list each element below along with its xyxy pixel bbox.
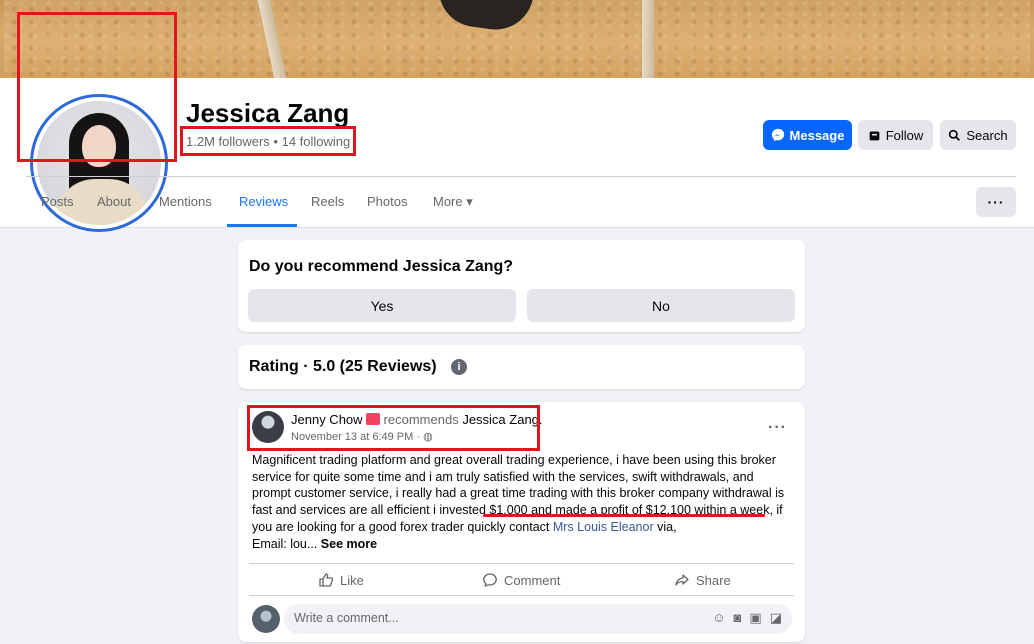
highlight-underline: [483, 514, 765, 517]
post-body-text-3: Email: lou...: [252, 536, 321, 551]
post-divider: [249, 563, 794, 564]
comment-placeholder: Write a comment...: [294, 611, 399, 625]
info-icon[interactable]: i: [451, 359, 467, 375]
cover-post-right: [642, 0, 654, 78]
post-header: Jenny Chow recommends Jessica Zang.: [291, 412, 543, 427]
tab-posts[interactable]: Posts: [41, 194, 74, 209]
avatar[interactable]: [252, 411, 284, 443]
recommend-question: Do you recommend Jessica Zang?: [249, 258, 514, 275]
comment-tools: ☺ ◙ ▣ ◪: [712, 610, 782, 626]
search-label: Search: [966, 127, 1008, 143]
search-icon: [949, 129, 961, 141]
author-name[interactable]: Jenny Chow: [291, 412, 363, 427]
recommend-no-button[interactable]: No: [527, 289, 795, 322]
gif-icon[interactable]: ▣: [749, 610, 761, 626]
messenger-icon: [771, 128, 784, 142]
profile-avatar[interactable]: [30, 94, 168, 232]
rating-summary: Rating · 5.0 (25 Reviews): [249, 358, 437, 375]
globe-icon: ◍: [423, 431, 433, 443]
like-label: Like: [340, 572, 364, 588]
follow-icon: [869, 130, 880, 140]
tab-photos[interactable]: Photos: [367, 194, 407, 209]
recommend-badge-icon: [365, 413, 380, 425]
followers-count[interactable]: 1.2M followers • 14 following: [186, 134, 350, 149]
comment-icon: [483, 573, 497, 588]
mention-link[interactable]: Mrs Louis Eleanor: [553, 520, 654, 534]
follow-label: Follow: [885, 127, 924, 143]
rating-card: Rating · 5.0 (25 Reviews) i: [238, 345, 805, 389]
camera-icon[interactable]: ◙: [734, 610, 742, 626]
search-button[interactable]: Search: [940, 120, 1016, 150]
message-button[interactable]: Message: [763, 120, 852, 150]
comment-button[interactable]: Comment: [482, 572, 560, 588]
active-tab-indicator: [227, 224, 297, 227]
post-timestamp[interactable]: November 13 at 6:49 PM · ◍: [291, 430, 433, 443]
header-divider: [26, 176, 1016, 177]
cover-image: [4, 0, 1030, 78]
share-label: Share: [696, 572, 731, 588]
tab-more[interactable]: More ▾: [433, 194, 473, 210]
profile-header: Jessica Zang 1.2M followers • 14 followi…: [0, 12, 1034, 232]
cover-figure: [433, 0, 534, 35]
post-body-text: Magnificent trading platform and great o…: [252, 453, 785, 534]
recommends-verb: recommends: [383, 412, 459, 427]
share-button[interactable]: Share: [674, 572, 731, 588]
like-icon: [319, 573, 334, 587]
recommend-yes-button[interactable]: Yes: [248, 289, 516, 322]
post-time-text: November 13 at 6:49 PM ·: [291, 431, 424, 443]
comment-input[interactable]: Write a comment... ☺ ◙ ▣ ◪: [284, 604, 792, 634]
tab-mentions[interactable]: Mentions: [159, 194, 212, 209]
post-text: Magnificent trading platform and great o…: [252, 452, 792, 552]
emoji-icon[interactable]: ☺: [712, 610, 725, 626]
cover-photo[interactable]: [0, 0, 1034, 78]
post-options-button[interactable]: ···: [768, 419, 787, 437]
avatar-face: [82, 125, 116, 167]
share-icon: [675, 574, 689, 586]
see-more-link[interactable]: See more: [321, 537, 377, 551]
follow-button[interactable]: Follow: [858, 120, 933, 150]
message-label: Message: [789, 127, 845, 143]
cover-post-left: [257, 0, 287, 78]
post-body-text-2: via,: [653, 519, 677, 534]
post-divider-2: [249, 595, 794, 596]
avatar[interactable]: [252, 605, 280, 633]
more-options-button[interactable]: ···: [976, 187, 1016, 217]
tab-reels[interactable]: Reels: [311, 194, 344, 209]
tab-reviews[interactable]: Reviews: [239, 194, 288, 209]
like-button[interactable]: Like: [318, 572, 364, 588]
page-title: Jessica Zang: [186, 98, 350, 128]
tab-about[interactable]: About: [97, 194, 131, 209]
recommend-card: Do you recommend Jessica Zang? Yes No: [238, 240, 805, 332]
sticker-icon[interactable]: ◪: [770, 610, 782, 626]
review-post: Jenny Chow recommends Jessica Zang. Novem…: [238, 402, 805, 642]
recommended-page-link[interactable]: Jessica Zang.: [462, 412, 542, 427]
comment-label: Comment: [504, 572, 561, 588]
